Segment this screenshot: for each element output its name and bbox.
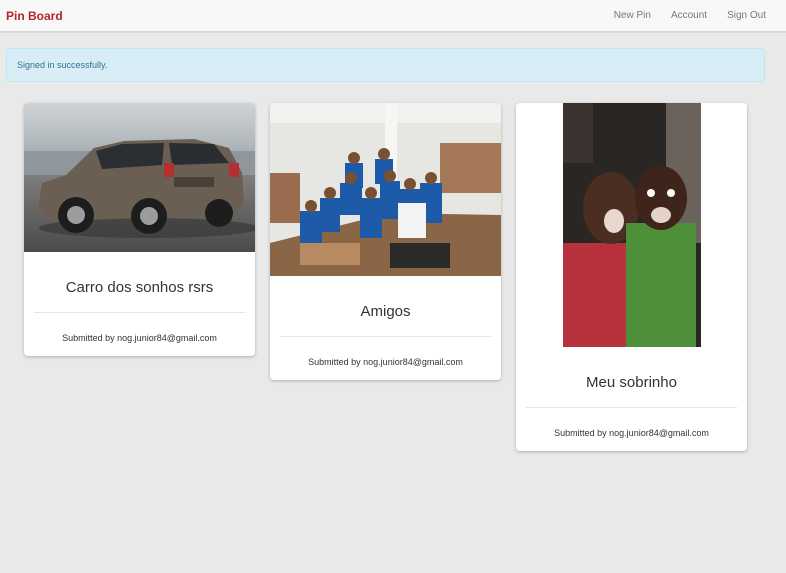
pin-image-nephew[interactable] [516, 103, 747, 347]
pin-title: Meu sobrinho [586, 374, 677, 391]
pin-card[interactable]: Carro dos sonhos rsrs Submitted by nog.j… [24, 103, 255, 356]
pin-image-car[interactable] [24, 103, 255, 252]
pin-image-friends[interactable] [270, 103, 501, 276]
pin-author: Submitted by nog.junior84@gmail.com [308, 357, 463, 367]
card-divider [34, 312, 245, 313]
brand-logo-link[interactable]: Pin Board [6, 9, 63, 23]
pin-author: Submitted by nog.junior84@gmail.com [62, 333, 217, 343]
pin-author: Submitted by nog.junior84@gmail.com [554, 428, 709, 438]
nav-links: New Pin Account Sign Out [594, 10, 766, 21]
account-link[interactable]: Account [671, 10, 707, 21]
pin-title: Amigos [360, 303, 411, 320]
pin-title: Carro dos sonhos rsrs [65, 279, 214, 296]
new-pin-link[interactable]: New Pin [614, 10, 651, 21]
top-navbar: Pin Board New Pin Account Sign Out [0, 0, 786, 33]
sign-out-link[interactable]: Sign Out [727, 10, 766, 21]
pin-card[interactable]: Amigos Submitted by nog.junior84@gmail.c… [270, 103, 501, 380]
pin-card[interactable]: Meu sobrinho Submitted by nog.junior84@g… [516, 103, 747, 451]
card-divider [526, 407, 737, 408]
flash-notice: Signed in successfully. [6, 48, 765, 82]
card-divider [280, 336, 491, 337]
